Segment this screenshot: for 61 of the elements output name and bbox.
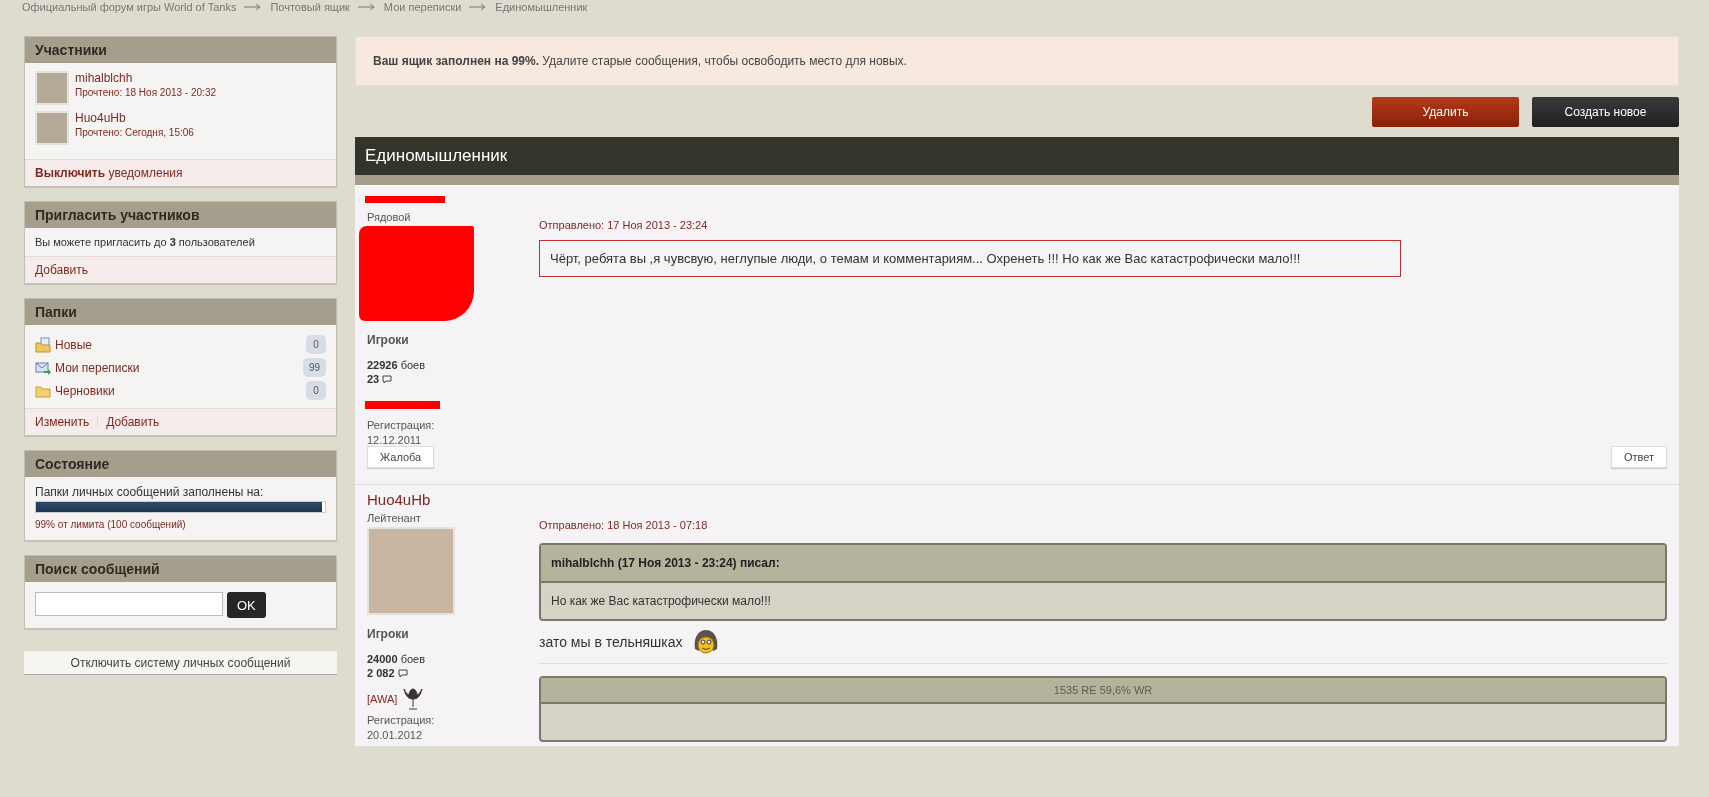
- folder-link[interactable]: Мои переписки: [55, 360, 140, 375]
- battle-count: 22926 боев: [367, 359, 427, 371]
- message-count: 99: [302, 358, 326, 377]
- search-field[interactable]: [35, 592, 223, 616]
- post-action-button[interactable]: Ответ: [1610, 446, 1667, 468]
- topic-title: Единомышленник: [355, 137, 1679, 175]
- registration-label: Регистрация:: [367, 714, 436, 726]
- folder-action-link[interactable]: Добавить: [106, 415, 160, 429]
- disable-messages-button[interactable]: Отключить систему личных сообщений: [24, 651, 337, 675]
- ok-button[interactable]: OK: [227, 592, 266, 618]
- avatar-placeholder: [35, 111, 69, 145]
- member-name[interactable]: Huo4uHb: [75, 111, 194, 125]
- quota-note: 99% от лимита (100 сообщений): [35, 519, 187, 530]
- folder-action-link[interactable]: Изменить: [35, 415, 90, 429]
- quota-label: Папки личных сообщений заполнены на:: [35, 485, 265, 499]
- signature-text: 1535 RE 59,6% WR: [1053, 684, 1153, 696]
- author-group: Игроки: [367, 627, 539, 641]
- quote-text: Но как же Вас катастрофически мало!!!: [550, 593, 772, 610]
- registration-label: Регистрация:: [367, 419, 436, 431]
- panel-title: Пригласить участников: [25, 202, 336, 228]
- author-name[interactable]: Huo4uHb: [367, 491, 539, 508]
- post-date: Отправлено: 18 Ноя 2013 - 07:18: [539, 519, 709, 531]
- clan-tag[interactable]: [AWA]: [367, 693, 398, 705]
- post-action-button[interactable]: Жалоба: [367, 446, 435, 468]
- clan-emblem-icon: [403, 687, 424, 711]
- message-count: 0: [306, 381, 326, 400]
- read-status: Прочтено: 18 Ноя 2013 - 20:32: [75, 87, 216, 98]
- message-text: Чёрт, ребята вы ,я чувсвую, неглупые люди, о темам и комментариям... Охренеть !!! Но как же Вас катастрофически мало!!!: [539, 240, 1401, 277]
- action-button[interactable]: Создать новое: [1532, 97, 1679, 127]
- panel-title: Участники: [25, 37, 336, 63]
- add-link[interactable]: Добавить: [35, 263, 89, 277]
- breadcrumb-arrow-icon: [244, 3, 263, 11]
- breadcrumb-arrow-icon: [469, 3, 488, 11]
- author-rank: Лейтенант: [367, 512, 422, 524]
- folder-link[interactable]: Новые: [55, 337, 92, 352]
- post-count: 2 082: [367, 667, 395, 679]
- panel-title: Папки: [25, 299, 336, 325]
- folder-link[interactable]: Черновики: [55, 383, 115, 398]
- post-date: Отправлено: 17 Ноя 2013 - 23:24: [539, 219, 709, 231]
- member-name[interactable]: mihalblchh: [75, 71, 216, 85]
- battle-count: 24000 боев: [367, 653, 427, 665]
- panel-title: Состояние: [25, 451, 336, 477]
- message-count: 0: [306, 335, 326, 354]
- registration-date: 12.12.2011: [367, 434, 423, 446]
- invite-text: Вы можете пригласить до 3 пользователей: [35, 236, 255, 248]
- author-rank: Рядовой: [367, 211, 412, 223]
- action-button[interactable]: Удалить: [1372, 97, 1519, 127]
- alert-message: Ваш ящик заполнен на 99%. Удалите старые сообщения, чтобы освободить место для новых.: [355, 36, 1679, 86]
- envelope-arrow-icon: [35, 359, 51, 376]
- read-status: Прочтено: Сегодня, 15:06: [75, 127, 194, 138]
- registration-date: 20.01.2012: [367, 729, 424, 741]
- quote-header: mihalblchh (17 Ноя 2013 - 23:24) писал:: [541, 545, 1665, 583]
- author-group: Игроки: [367, 333, 539, 347]
- speech-bubble-icon: [382, 374, 393, 384]
- speech-bubble-icon: [397, 668, 408, 678]
- folder-document-icon: [35, 336, 51, 353]
- post-count: 23: [367, 373, 380, 385]
- avatar-placeholder: [35, 71, 69, 105]
- panel-title: Поиск сообщений: [25, 556, 336, 582]
- message-text: зато мы в тельняшках: [539, 634, 683, 650]
- breadcrumb-arrow-icon: [357, 3, 376, 11]
